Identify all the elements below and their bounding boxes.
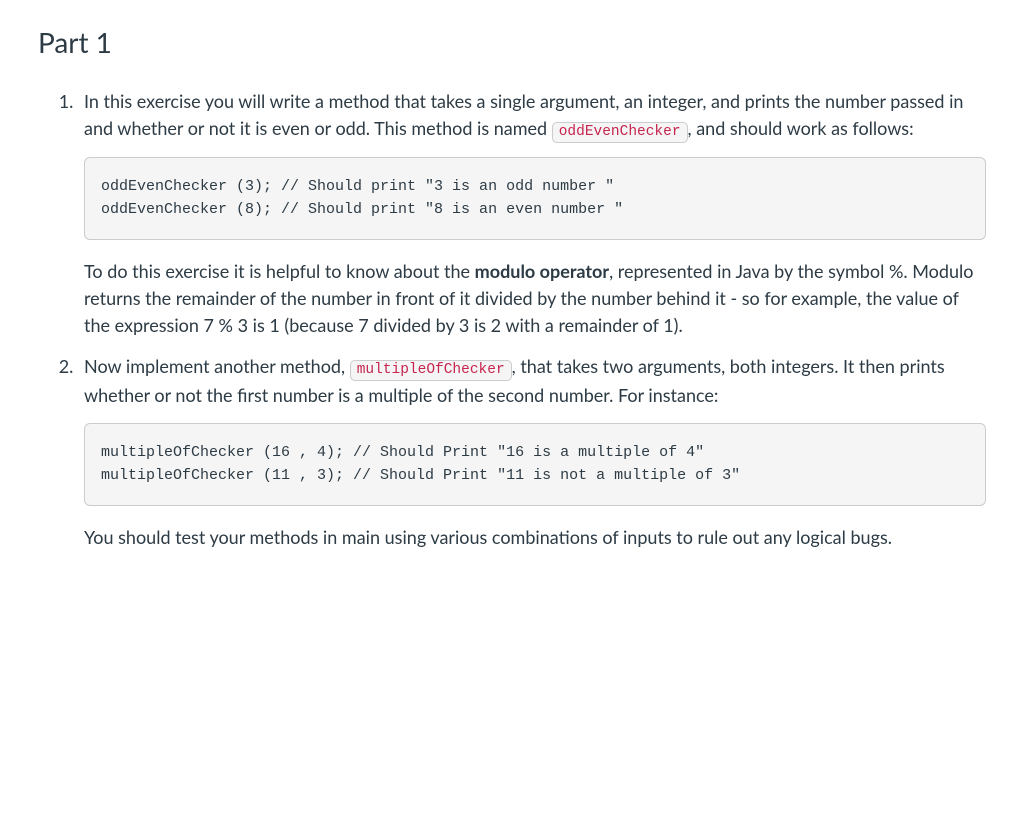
code-block-multipleOfChecker: multipleOfChecker (16 , 4); // Should Pr…: [84, 423, 986, 506]
inline-code-oddEvenChecker: oddEvenChecker: [552, 122, 688, 143]
exercise-1-post: To do this exercise it is helpful to kno…: [84, 258, 986, 339]
exercise-1-post-before: To do this exercise it is helpful to kno…: [84, 260, 475, 282]
exercise-item-2: Now implement another method, multipleOf…: [78, 353, 986, 551]
exercise-list: In this exercise you will write a method…: [38, 88, 986, 552]
exercise-1-intro: In this exercise you will write a method…: [84, 88, 986, 144]
part-heading: Part 1: [38, 26, 986, 60]
modulo-operator-strong: modulo operator: [475, 260, 609, 282]
exercise-2-intro: Now implement another method, multipleOf…: [84, 353, 986, 409]
exercise-2-intro-before: Now implement another method,: [84, 355, 350, 377]
exercise-item-1: In this exercise you will write a method…: [78, 88, 986, 340]
code-block-oddEvenChecker: oddEvenChecker (3); // Should print "3 i…: [84, 157, 986, 240]
exercise-2-post-text: You should test your methods in main usi…: [84, 526, 892, 548]
exercise-1-intro-after: , and should work as follows:: [688, 117, 914, 139]
inline-code-multipleOfChecker: multipleOfChecker: [350, 360, 512, 381]
exercise-2-post: You should test your methods in main usi…: [84, 524, 986, 551]
